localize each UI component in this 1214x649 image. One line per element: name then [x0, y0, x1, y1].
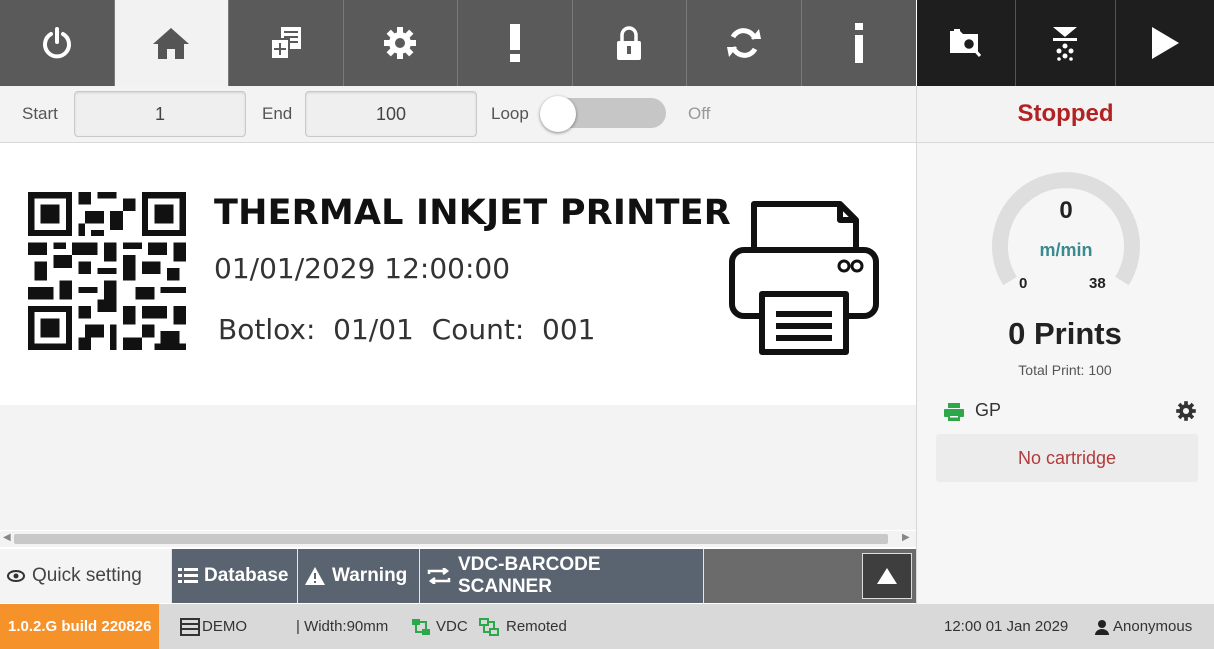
- remote-indicator: Remoted: [478, 604, 567, 649]
- expand-panel-button[interactable]: [862, 553, 912, 599]
- printer-status-panel: Stopped: [916, 86, 1214, 143]
- refresh-button[interactable]: [687, 0, 802, 86]
- clock: 12:00 01 Jan 2029: [944, 604, 1068, 649]
- home-button[interactable]: [114, 0, 229, 86]
- gauge-track: [992, 172, 1140, 286]
- purge-button[interactable]: [1016, 0, 1116, 86]
- end-label: End: [262, 104, 293, 123]
- power-button[interactable]: [0, 0, 115, 86]
- vdc-label: VDC: [436, 618, 468, 635]
- preview-botlox-count: Botlox: 01/01 Count: 001: [218, 313, 596, 346]
- start-print-button[interactable]: [1116, 0, 1214, 86]
- play-icon: [1151, 27, 1179, 59]
- transfer-icon: [426, 568, 452, 584]
- prints-count: 0 Prints: [1008, 316, 1122, 351]
- settings-button[interactable]: [344, 0, 458, 86]
- printer-status-text: Stopped: [1017, 100, 1114, 127]
- speed-unit: m/min: [1039, 240, 1093, 260]
- open-file-button[interactable]: [917, 0, 1017, 86]
- end-input[interactable]: 100: [305, 91, 477, 137]
- scroll-left-icon[interactable]: ◀: [3, 532, 11, 543]
- status-bar: 1.0.2.G build 220826 DEMO | Width:90mm V…: [0, 604, 1214, 649]
- eye-settings-icon: [6, 569, 26, 583]
- preview-empty-area: [0, 405, 916, 530]
- new-message-icon: [269, 27, 301, 60]
- preview-title: THERMAL INKJET PRINTER: [214, 193, 731, 233]
- user-indicator[interactable]: Anonymous: [1094, 604, 1192, 649]
- tab-vdc-barcode-scanner[interactable]: VDC-BARCODE SCANNER: [420, 549, 704, 603]
- preview-datetime: 01/01/2029 12:00:00: [214, 252, 511, 285]
- speed-max: 38: [1089, 275, 1106, 292]
- tab-database[interactable]: Database: [172, 549, 298, 603]
- speed-value: 0: [1059, 197, 1073, 224]
- tab-quick-setting-label: Quick setting: [32, 565, 142, 586]
- folder-search-icon: [950, 29, 982, 57]
- triangle-up-icon: [877, 568, 897, 584]
- info-button[interactable]: [802, 0, 917, 86]
- user-icon: [1095, 619, 1109, 635]
- cartridge-printer-icon: [944, 403, 964, 421]
- start-input[interactable]: 1: [74, 91, 246, 137]
- print-range-bar: Start 1 End 100 Loop Off: [0, 86, 916, 143]
- lock-icon: [617, 26, 642, 60]
- total-prints: Total Print: 100: [1018, 362, 1112, 378]
- warning-icon: [304, 566, 326, 586]
- qr-code-image: [28, 192, 186, 350]
- speed-min: 0: [1019, 275, 1028, 292]
- tab-database-label: Database: [204, 565, 289, 586]
- new-message-button[interactable]: [229, 0, 344, 86]
- loop-state-label: Off: [688, 104, 711, 123]
- mode-label: DEMO: [202, 618, 247, 635]
- loop-label: Loop: [491, 104, 529, 123]
- user-label: Anonymous: [1113, 618, 1193, 635]
- database-grid-icon: [178, 567, 198, 585]
- cartridge-settings-icon[interactable]: [1175, 400, 1197, 422]
- power-icon: [42, 27, 71, 59]
- alert-button[interactable]: [458, 0, 573, 86]
- tab-warning-label: Warning: [332, 565, 408, 586]
- start-label: Start: [22, 104, 58, 123]
- bottom-tabs: Quick setting Database Warning VDC-BARCO…: [0, 549, 916, 603]
- cartridge-status: No cartridge: [936, 434, 1198, 482]
- scroll-right-icon[interactable]: ▶: [902, 532, 910, 543]
- mode-indicator: DEMO: [180, 604, 247, 649]
- refresh-icon: [726, 28, 761, 58]
- vdc-indicator: VDC: [410, 604, 468, 649]
- clock-label: 12:00 01 Jan 2029: [944, 618, 1069, 635]
- home-icon: [153, 28, 190, 59]
- loop-toggle-knob: [540, 96, 576, 132]
- remote-label: Remoted: [506, 618, 567, 635]
- cartridge-name: GP: [975, 400, 1002, 420]
- info-icon: [854, 23, 863, 63]
- width-label: | Width:90mm: [296, 618, 389, 635]
- network-icon: [412, 618, 430, 635]
- tab-warning[interactable]: Warning: [298, 549, 420, 603]
- main-toolbar: [0, 0, 916, 86]
- preview-horizontal-scrollbar[interactable]: ◀ ▶: [0, 531, 916, 547]
- alert-icon: [509, 24, 520, 62]
- loop-toggle[interactable]: [540, 96, 666, 132]
- version-badge: 1.0.2.G build 220826: [0, 604, 160, 649]
- tab-vdc-barcode-scanner-label: VDC-BARCODE SCANNER: [458, 554, 601, 597]
- printer-icon: [729, 201, 879, 355]
- scrollbar-thumb[interactable]: [14, 534, 888, 544]
- settings-icon: [384, 27, 417, 59]
- job-toolbar: [916, 0, 1214, 86]
- lock-button[interactable]: [573, 0, 687, 86]
- width-indicator: | Width:90mm: [296, 604, 388, 649]
- server-icon: [180, 617, 200, 636]
- speed-gauge: [992, 172, 1140, 286]
- purge-icon: [1053, 27, 1078, 61]
- remote-network-icon: [479, 617, 499, 636]
- tab-quick-setting[interactable]: Quick setting: [0, 549, 172, 603]
